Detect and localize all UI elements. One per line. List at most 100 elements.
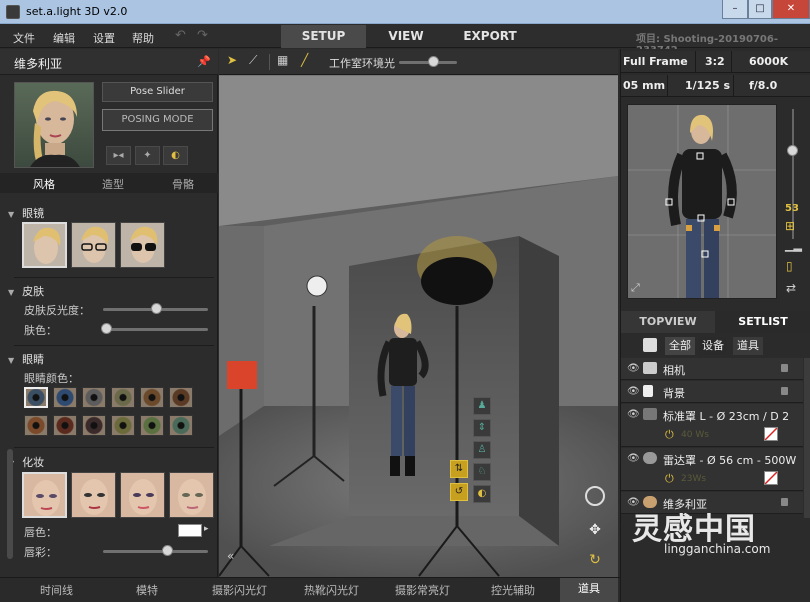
eye-color-swatch[interactable] <box>140 387 164 408</box>
measure-icon[interactable]: ⟋ <box>249 53 257 68</box>
menu-settings[interactable]: 设置 <box>93 30 115 46</box>
figure-pose-icon[interactable]: ♟ <box>473 397 491 415</box>
power-icon[interactable]: ⏻ <box>665 472 674 486</box>
ambient-light-knob[interactable] <box>428 56 439 67</box>
list-item[interactable]: 👁 背景 <box>621 381 803 403</box>
glasses-clear-thumb[interactable] <box>71 222 116 268</box>
visibility-eye-icon[interactable]: 👁 <box>627 386 640 397</box>
line-icon[interactable]: ╱ <box>301 53 308 67</box>
tab-props[interactable]: 道具 <box>560 578 618 602</box>
figure-stand-icon[interactable]: ♙ <box>473 441 491 459</box>
makeup-3-thumb[interactable] <box>120 472 165 518</box>
eye-color-swatch[interactable] <box>53 415 77 436</box>
lip-color-swatch[interactable] <box>178 524 202 537</box>
gel-color-swatch[interactable] <box>764 471 778 485</box>
eye-color-swatch[interactable] <box>169 415 193 436</box>
3d-viewport[interactable]: ➤ ⟋ ▦ ╱ 工作室环境光 ✥ ↻ « ♟ ⇕ ♙ ⇅ ♘ ↺ ◐ <box>219 49 618 577</box>
tab-continuous-light[interactable]: 摄影常亮灯 <box>395 582 450 598</box>
list-item[interactable]: 👁 雷达罩 - Ø 56 cm - 500W ⏻ 23Ws <box>621 448 803 491</box>
lock-icon[interactable] <box>781 387 788 395</box>
menu-edit[interactable]: 编辑 <box>53 30 75 46</box>
figure-walk-icon[interactable]: ♘ <box>473 463 491 481</box>
left-panel-scrollbar[interactable] <box>7 449 13 559</box>
tab-light-shaping[interactable]: 控光辅助 <box>491 582 535 598</box>
posing-mode-button[interactable]: POSING MODE <box>102 109 213 131</box>
tab-setup[interactable]: SETUP <box>281 25 366 48</box>
makeup-2-thumb[interactable] <box>71 472 116 518</box>
studio-scene[interactable]: ✥ ↻ « <box>219 76 618 577</box>
eye-color-swatch[interactable] <box>82 387 106 408</box>
lock-icon[interactable] <box>781 498 788 506</box>
lock-icon[interactable] <box>781 364 788 372</box>
filter-all[interactable]: 全部 <box>665 337 695 355</box>
chevron-right-icon[interactable]: ▸ <box>204 524 209 534</box>
gel-color-swatch[interactable] <box>764 427 778 441</box>
tab-shape[interactable]: 造型 <box>102 176 124 192</box>
list-item[interactable]: 👁 相机 <box>621 358 803 380</box>
power-icon[interactable]: ⏻ <box>665 428 674 442</box>
close-button[interactable]: ✕ <box>772 0 810 19</box>
menu-file[interactable]: 文件 <box>13 30 35 46</box>
figure-move-icon[interactable]: ⇕ <box>473 419 491 437</box>
makeup-4-thumb[interactable] <box>169 472 214 518</box>
makeup-1-thumb[interactable] <box>22 472 67 518</box>
select-arrow-icon[interactable]: ➤ <box>227 53 237 67</box>
eye-color-swatch[interactable] <box>140 415 164 436</box>
tab-view[interactable]: VIEW <box>366 25 446 48</box>
lip-gloss-knob[interactable] <box>162 545 173 556</box>
eye-color-swatch[interactable] <box>82 415 106 436</box>
white-balance[interactable]: 6000K <box>749 55 788 68</box>
section-makeup[interactable]: ▼化妆 <box>8 454 44 470</box>
zoom-knob[interactable] <box>787 145 798 156</box>
eye-color-swatch[interactable] <box>53 387 77 408</box>
menu-help[interactable]: 帮助 <box>132 30 154 46</box>
skin-reflect-knob[interactable] <box>151 303 162 314</box>
tab-bones[interactable]: 骨骼 <box>172 176 194 192</box>
maximize-button[interactable]: □ <box>748 0 772 19</box>
crosshair-icon[interactable]: ⊞ <box>785 219 795 233</box>
tab-timeline[interactable]: 时间线 <box>40 582 73 598</box>
filter-props[interactable]: 道具 <box>733 337 763 355</box>
light-toggle-icon[interactable]: ◐ <box>473 485 491 503</box>
visibility-eye-icon[interactable]: 👁 <box>627 453 640 464</box>
visibility-eye-icon[interactable]: 👁 <box>627 409 640 420</box>
camera-move-icon[interactable]: ⇄ <box>786 281 796 295</box>
eye-color-swatch[interactable] <box>111 387 135 408</box>
visibility-eye-icon[interactable]: 👁 <box>627 363 640 374</box>
rotate-view-icon[interactable]: ⤢ <box>631 281 640 295</box>
skin-color-slider[interactable] <box>103 328 208 331</box>
aperture[interactable]: f/8.0 <box>749 79 777 92</box>
tab-model[interactable]: 模特 <box>136 582 158 598</box>
glasses-none-thumb[interactable] <box>22 222 67 268</box>
histogram-icon[interactable]: ▁▂ <box>785 239 802 252</box>
aspect-ratio[interactable]: 3:2 <box>705 55 725 68</box>
minimize-button[interactable]: – <box>722 0 748 19</box>
pin-icon[interactable]: 📌 <box>197 55 211 68</box>
tab-export[interactable]: EXPORT <box>446 25 534 48</box>
filter-camera-icon[interactable] <box>643 338 657 352</box>
pose-icon[interactable]: ✦ <box>135 146 160 165</box>
light-icon[interactable]: ◐ <box>163 146 188 165</box>
rotate-icon[interactable]: ↺ <box>450 483 468 501</box>
undo-icon[interactable]: ↶ <box>175 28 186 43</box>
pose-slider-button[interactable]: Pose Slider <box>102 82 213 102</box>
section-eyes[interactable]: ▼ 眼睛 <box>8 351 44 367</box>
eye-color-swatch[interactable] <box>169 387 193 408</box>
shutter-speed[interactable]: 1/125 s <box>685 79 730 92</box>
skin-color-knob[interactable] <box>101 323 112 334</box>
tab-studio-flash[interactable]: 摄影闪光灯 <box>212 582 267 598</box>
camera-preview[interactable] <box>627 104 777 299</box>
grid-icon[interactable]: ▦ <box>277 53 288 67</box>
section-glasses[interactable]: ▼ 眼镜 <box>8 205 44 221</box>
list-item[interactable]: 👁 标准罩 L - Ø 23cm / D 2 ⏻ 40 Ws <box>621 404 803 447</box>
tab-setlist[interactable]: SETLIST <box>715 311 810 333</box>
lip-gloss-slider[interactable] <box>103 550 208 553</box>
eye-color-swatch[interactable] <box>24 387 48 408</box>
portrait-orientation-icon[interactable]: ▯ <box>786 259 793 273</box>
sunglasses-thumb[interactable] <box>120 222 165 268</box>
mirror-icon[interactable]: ▸◂ <box>106 146 131 165</box>
filter-equipment[interactable]: 设备 <box>699 337 727 355</box>
tab-speedlight[interactable]: 热靴闪光灯 <box>304 582 359 598</box>
sensor-format[interactable]: Full Frame <box>623 55 688 68</box>
eye-color-swatch[interactable] <box>111 415 135 436</box>
